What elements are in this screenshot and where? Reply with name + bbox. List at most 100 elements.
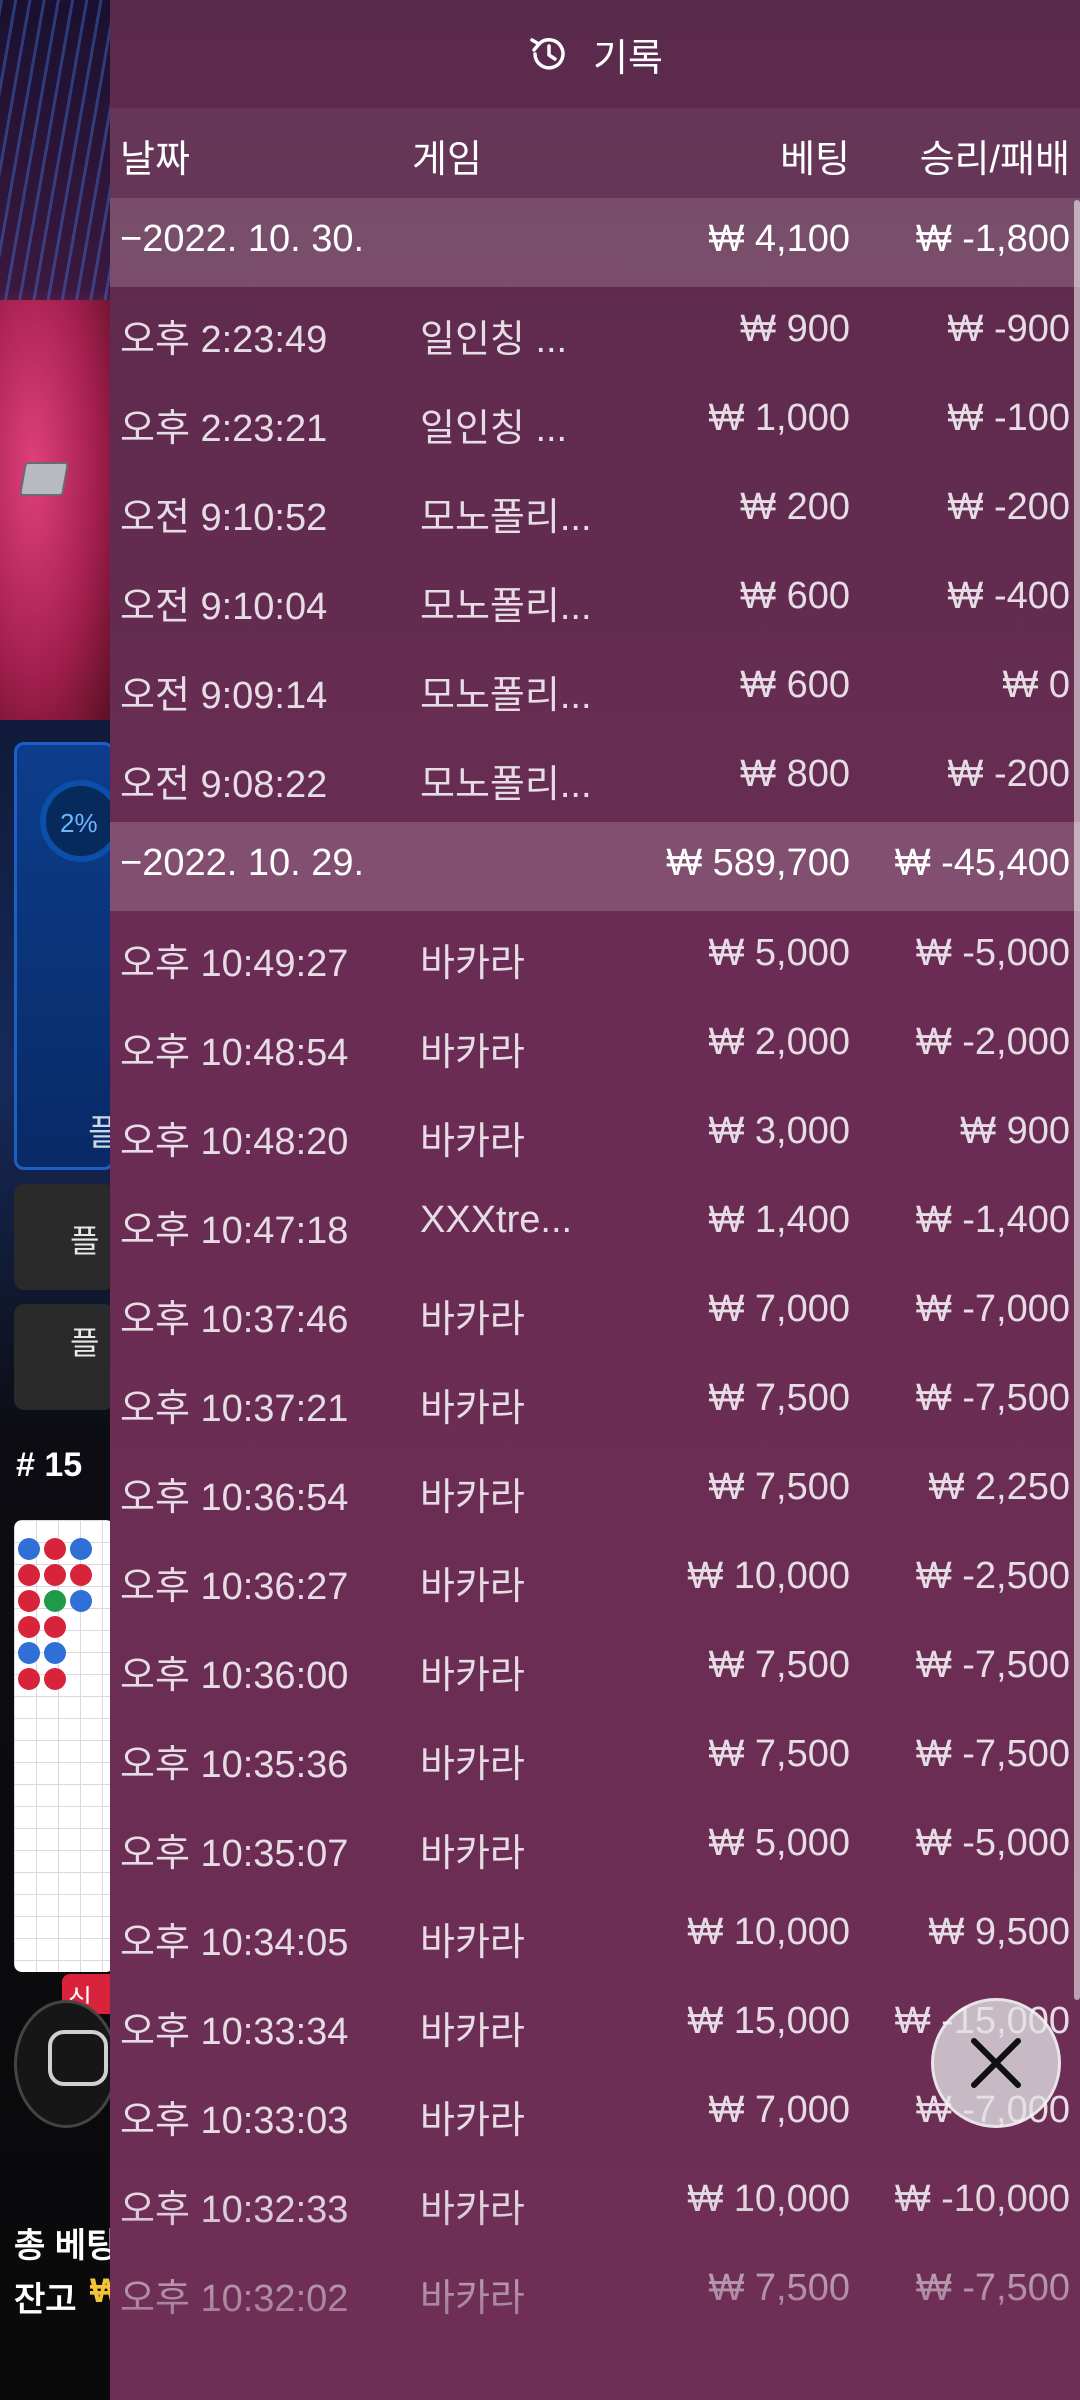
progress-percent: 2% bbox=[60, 808, 98, 838]
roadmap-dot bbox=[18, 1564, 40, 1586]
roadmap-dot bbox=[44, 1538, 66, 1560]
row-game: 일인칭 ... bbox=[420, 319, 568, 361]
row-game: XXXtre... bbox=[420, 1199, 573, 1241]
row-time: 오후 10:35:36 bbox=[120, 1744, 349, 1786]
row-bet: ₩ 1,400 bbox=[708, 1199, 850, 1241]
history-row[interactable]: 오후 10:37:46 바카라 ₩ 7,000 ₩ -7,000 bbox=[110, 1268, 1080, 1357]
scrollbar[interactable] bbox=[1074, 200, 1080, 2000]
history-row[interactable]: 오후 10:36:54 바카라 ₩ 7,500 ₩ 2,250 bbox=[110, 1446, 1080, 1535]
row-result: ₩ -7,500 bbox=[915, 2267, 1070, 2309]
col-date: 날짜 bbox=[120, 139, 190, 181]
row-time: 오후 10:47:18 bbox=[120, 1210, 349, 1252]
side-button-1-label: 플 bbox=[70, 1223, 100, 1259]
group-date: −2022. 10. 29. bbox=[120, 842, 365, 884]
roadmap-dot bbox=[70, 1564, 92, 1586]
row-game: 바카라 bbox=[420, 2011, 525, 2053]
col-game: 게임 bbox=[412, 139, 482, 181]
row-game: 모노폴리... bbox=[420, 675, 592, 717]
row-time: 오후 10:37:46 bbox=[120, 1299, 349, 1341]
row-result: ₩ -1,400 bbox=[915, 1199, 1070, 1241]
row-game: 바카라 bbox=[420, 1388, 525, 1430]
row-result: ₩ -7,500 bbox=[915, 1377, 1070, 1419]
row-game: 모노폴리... bbox=[420, 497, 592, 539]
row-bet: ₩ 10,000 bbox=[687, 1555, 850, 1597]
row-bet: ₩ 3,000 bbox=[708, 1110, 850, 1152]
roadmap-dot bbox=[18, 1538, 40, 1560]
row-bet: ₩ 7,500 bbox=[708, 1466, 850, 1508]
roadmap-dot bbox=[44, 1590, 66, 1612]
row-bet: ₩ 5,000 bbox=[708, 1822, 850, 1864]
row-game: 바카라 bbox=[420, 1922, 525, 1964]
row-result: ₩ 0 bbox=[1002, 664, 1070, 706]
row-result: ₩ -7,500 bbox=[915, 1644, 1070, 1686]
round-number: # 15 bbox=[16, 1446, 83, 1484]
row-game: 모노폴리... bbox=[420, 586, 592, 628]
column-headers: 날짜 게임 베팅 승리/패배 bbox=[110, 108, 1080, 198]
history-title: 기록 bbox=[593, 37, 663, 80]
row-bet: ₩ 1,000 bbox=[708, 397, 850, 439]
history-row[interactable]: 오후 10:49:27 바카라 ₩ 5,000 ₩ -5,000 bbox=[110, 912, 1080, 1001]
history-header: 기록 bbox=[110, 0, 1080, 108]
row-time: 오후 10:36:00 bbox=[120, 1655, 349, 1697]
row-time: 오후 2:23:49 bbox=[120, 319, 328, 361]
total-bet-label: 총 베팅 bbox=[14, 2227, 118, 2265]
row-game: 바카라 bbox=[420, 2189, 525, 2231]
close-icon bbox=[971, 2038, 1021, 2088]
balance-label: 잔고 bbox=[14, 2281, 77, 2319]
roadmap-dot bbox=[44, 1616, 66, 1638]
history-row[interactable]: 오후 2:23:21 일인칭 ... ₩ 1,000 ₩ -100 bbox=[110, 377, 1080, 466]
row-result: ₩ -400 bbox=[947, 575, 1070, 617]
row-time: 오후 10:34:05 bbox=[120, 1922, 349, 1964]
history-row[interactable]: 오후 10:36:00 바카라 ₩ 7,500 ₩ -7,500 bbox=[110, 1624, 1080, 1713]
history-row[interactable]: 오후 10:36:27 바카라 ₩ 10,000 ₩ -2,500 bbox=[110, 1535, 1080, 1624]
row-game: 바카라 bbox=[420, 1121, 525, 1163]
history-row[interactable]: 오후 10:35:36 바카라 ₩ 7,500 ₩ -7,500 bbox=[110, 1713, 1080, 1802]
roadmap-dot bbox=[18, 1642, 40, 1664]
roadmap-dot bbox=[44, 1668, 66, 1690]
side-button-2-label: 플 bbox=[70, 1325, 100, 1361]
row-bet: ₩ 10,000 bbox=[687, 1911, 850, 1953]
row-bet: ₩ 200 bbox=[740, 486, 850, 528]
history-row[interactable]: 오전 9:09:14 모노폴리... ₩ 600 ₩ 0 bbox=[110, 644, 1080, 733]
row-time: 오후 10:35:07 bbox=[120, 1833, 349, 1875]
history-row[interactable]: 오후 10:47:18 XXXtre... ₩ 1,400 ₩ -1,400 bbox=[110, 1179, 1080, 1268]
card-shoe bbox=[19, 462, 69, 496]
row-time: 오전 9:09:14 bbox=[120, 675, 328, 717]
history-row[interactable]: 오후 10:48:54 바카라 ₩ 2,000 ₩ -2,000 bbox=[110, 1001, 1080, 1090]
row-bet: ₩ 5,000 bbox=[708, 932, 850, 974]
row-game: 바카라 bbox=[420, 1566, 525, 1608]
history-row[interactable]: 오후 10:32:02 바카라 ₩ 7,500 ₩ -7,500 bbox=[110, 2247, 1080, 2336]
roadmap-dot bbox=[44, 1642, 66, 1664]
row-game: 바카라 bbox=[420, 1477, 525, 1519]
history-row[interactable]: 오후 10:35:07 바카라 ₩ 5,000 ₩ -5,000 bbox=[110, 1802, 1080, 1891]
roadmap-dot bbox=[70, 1590, 92, 1612]
close-button[interactable] bbox=[931, 1998, 1061, 2128]
group-total-result: ₩ -45,400 bbox=[894, 842, 1070, 884]
date-group-header[interactable]: −2022. 10. 29. ₩ 589,700 ₩ -45,400 bbox=[110, 822, 1080, 911]
history-row[interactable]: 오후 10:37:21 바카라 ₩ 7,500 ₩ -7,500 bbox=[110, 1357, 1080, 1446]
row-game: 바카라 bbox=[420, 1032, 525, 1074]
group-total-result: ₩ -1,800 bbox=[915, 218, 1070, 260]
row-bet: ₩ 7,500 bbox=[708, 1644, 850, 1686]
row-result: ₩ -200 bbox=[947, 753, 1070, 795]
history-row[interactable]: 오후 2:23:49 일인칭 ... ₩ 900 ₩ -900 bbox=[110, 288, 1080, 377]
row-time: 오후 10:32:02 bbox=[120, 2278, 349, 2320]
history-row[interactable]: 오전 9:10:52 모노폴리... ₩ 200 ₩ -200 bbox=[110, 466, 1080, 555]
history-row[interactable]: 오후 10:32:33 바카라 ₩ 10,000 ₩ -10,000 bbox=[110, 2158, 1080, 2247]
row-bet: ₩ 800 bbox=[740, 753, 850, 795]
history-row[interactable]: 오전 9:10:04 모노폴리... ₩ 600 ₩ -400 bbox=[110, 555, 1080, 644]
col-result: 승리/패배 bbox=[919, 139, 1070, 181]
row-game: 일인칭 ... bbox=[420, 408, 568, 450]
row-bet: ₩ 7,000 bbox=[708, 2089, 850, 2131]
group-date: −2022. 10. 30. bbox=[120, 218, 365, 260]
history-row[interactable]: 오후 10:34:05 바카라 ₩ 10,000 ₩ 9,500 bbox=[110, 1891, 1080, 1980]
history-row[interactable]: 오전 9:08:22 모노폴리... ₩ 800 ₩ -200 bbox=[110, 733, 1080, 822]
history-row[interactable]: 오후 10:48:20 바카라 ₩ 3,000 ₩ 900 bbox=[110, 1090, 1080, 1179]
row-game: 모노폴리... bbox=[420, 764, 592, 806]
row-time: 오후 10:36:54 bbox=[120, 1477, 349, 1519]
roadmap-board bbox=[14, 1520, 114, 1972]
col-bet: 베팅 bbox=[780, 139, 850, 181]
row-time: 오후 10:36:27 bbox=[120, 1566, 349, 1608]
row-result: ₩ -900 bbox=[947, 308, 1070, 350]
date-group-header[interactable]: −2022. 10. 30. ₩ 4,100 ₩ -1,800 bbox=[110, 198, 1080, 287]
